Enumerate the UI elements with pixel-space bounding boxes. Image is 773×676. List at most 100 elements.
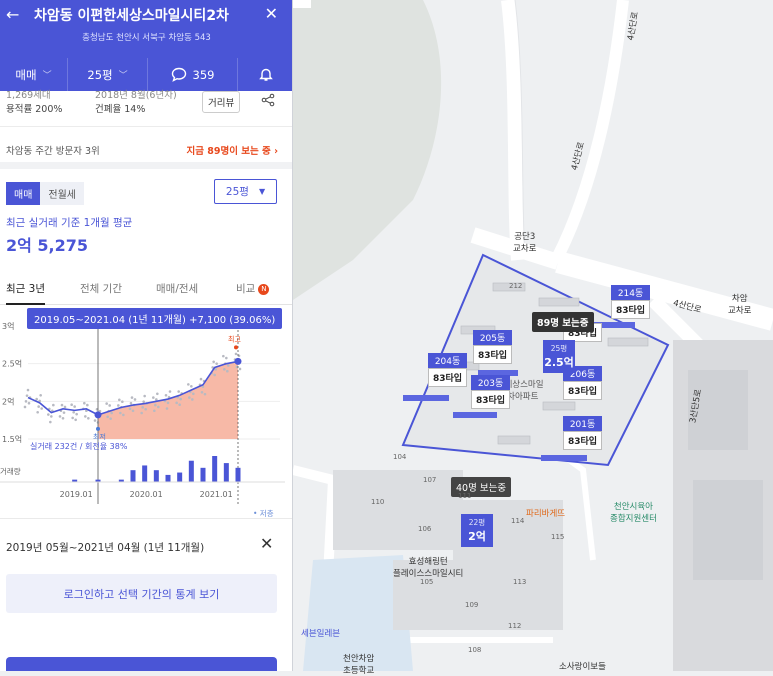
- trade-dot: [192, 392, 195, 396]
- max-marker: [234, 345, 238, 350]
- trade-dot: [200, 390, 204, 394]
- trade-dot: [131, 409, 135, 413]
- dong-marker-205[interactable]: 205동 83타입: [473, 330, 513, 364]
- building-ratio: 건폐율 14%: [95, 104, 146, 115]
- visitor-banner[interactable]: 차암동 주간 방문자 3위 지금 89명이 보는 중 ›: [0, 127, 292, 169]
- trade-dot: [238, 367, 242, 371]
- trade-dot: [225, 356, 228, 360]
- households: 1,269세대: [6, 90, 51, 101]
- trade-dot: [73, 405, 76, 408]
- dong-name: 205동: [473, 330, 513, 345]
- trade-dot: [226, 369, 229, 373]
- dong-marker-203[interactable]: 203동 83타입: [471, 375, 511, 409]
- min-marker: [96, 426, 100, 431]
- toggle-rent[interactable]: 전월세: [40, 182, 85, 205]
- map-label-shop: 소사랑이보들: [559, 662, 606, 672]
- close-icon[interactable]: ✕: [265, 4, 278, 23]
- trade-dot: [121, 400, 124, 404]
- trade-dot: [213, 373, 216, 377]
- volume-bar: [177, 472, 183, 482]
- comment-icon: [171, 67, 186, 82]
- trade-dot: [60, 403, 64, 407]
- trade-dot: [130, 396, 134, 399]
- tab-recent-3y[interactable]: 최근 3년: [6, 269, 45, 305]
- header: ← 차암동 이편한세상스마일시티2차 ✕ 충청남도 천안시 서북구 차암동 54…: [0, 0, 292, 91]
- trade-dot: [49, 420, 52, 424]
- tab-compare-label: 비교: [236, 283, 256, 295]
- trade-dot: [187, 383, 190, 386]
- trade-dot: [71, 416, 74, 420]
- live-viewers[interactable]: 지금 89명이 보는 중 ›: [186, 143, 278, 157]
- back-icon[interactable]: ←: [6, 5, 19, 24]
- approval-date: 2018년 8월(6년차): [95, 90, 177, 101]
- trade-dot: [93, 419, 97, 422]
- tab-sale-rent[interactable]: 매매/전세: [156, 269, 198, 296]
- dong-type: 83타입: [471, 390, 511, 409]
- dong-name: 201동: [563, 416, 603, 431]
- map-view[interactable]: 공단3 교차로 차암 교차로 4산단로 4산단로 4산단로 3산단5로 이편한세상스…: [291, 0, 773, 676]
- pin-price: 2억: [468, 530, 486, 543]
- dong-marker-214[interactable]: 214동 83타입: [611, 285, 651, 319]
- trade-dot: [109, 417, 112, 420]
- trade-dot: [188, 396, 191, 399]
- dong-type: 83타입: [428, 368, 468, 387]
- block-label: 107: [423, 476, 437, 484]
- trade-dot: [47, 413, 50, 416]
- trade-dot: [35, 397, 38, 401]
- block-label: 113: [513, 578, 527, 586]
- price-pin-22[interactable]: 22평 2억: [461, 514, 493, 547]
- login-stats-button[interactable]: 로그인하고 선택 기간의 통계 보기: [6, 574, 277, 613]
- share-icon[interactable]: [261, 93, 275, 110]
- volume-bar: [153, 470, 159, 482]
- notification-button[interactable]: [238, 58, 292, 91]
- chevron-down-icon: ﹀: [42, 71, 52, 81]
- trade-dot: [75, 412, 78, 416]
- map-canvas[interactable]: [291, 0, 773, 672]
- trade-dot: [199, 377, 203, 381]
- price-summary: 매매 전월세 25평 ▼ 최근 실거래 기준 1개월 평균 2억 5,275: [0, 169, 292, 269]
- trade-dot: [166, 401, 170, 405]
- close-icon[interactable]: ✕: [260, 534, 273, 553]
- avg-price-value: 2억 5,275: [6, 236, 89, 255]
- trade-dot: [164, 394, 168, 397]
- visitor-rank: 차암동 주간 방문자 3위: [6, 146, 100, 157]
- tab-compare[interactable]: 비교 N: [236, 269, 270, 296]
- trade-dot: [227, 364, 230, 367]
- trade-type-toggle: 매매 전월세: [6, 182, 85, 205]
- volume-bar: [200, 467, 206, 482]
- building-info: 1,269세대 용적률 200% 2018년 8월(6년차) 건폐율 14% 거…: [0, 90, 292, 127]
- tab-all-period[interactable]: 전체 기간: [80, 269, 122, 296]
- caret-down-icon: ▼: [258, 187, 266, 196]
- toggle-sale[interactable]: 매매: [6, 182, 41, 205]
- trade-dot: [141, 406, 144, 409]
- bottom-action-button[interactable]: [6, 657, 277, 671]
- trade-summary: 실거래 232건 / 회전율 38%: [30, 441, 128, 451]
- map-label-childcare: 천안시육아 종합지원센터: [610, 502, 657, 524]
- dong-name: 204동: [428, 353, 468, 368]
- block-label: 110: [371, 498, 385, 506]
- trade-dot: [177, 390, 180, 393]
- dong-name: 203동: [471, 375, 511, 390]
- trade-dot: [63, 405, 67, 409]
- price-pin-main[interactable]: 25평 2.5억: [543, 340, 575, 373]
- price-chart-svg[interactable]: 3억 2.5억 2억 1.5억 최저 최고실거래 232건 / 회전율 38% 거래량 201…: [0, 304, 293, 519]
- chevron-down-icon: ﹀: [118, 71, 128, 81]
- volume-bar: [130, 470, 136, 482]
- trade-dot: [234, 352, 238, 356]
- price-chart[interactable]: 3억 2.5억 2억 1.5억 최저 최고 실거래 232건 / 회전율 38% 거래량 201…: [0, 304, 293, 519]
- pyeong-select[interactable]: 25평 ▼: [214, 179, 277, 204]
- dong-marker-204[interactable]: 204동 83타입: [428, 353, 468, 387]
- trade-dot: [74, 418, 77, 422]
- trade-dot: [23, 405, 27, 409]
- trade-dot: [143, 394, 146, 398]
- trade-dot: [50, 415, 53, 418]
- dong-marker-201[interactable]: 201동 83타입: [563, 416, 603, 450]
- trade-dot: [152, 396, 155, 399]
- trade-dot: [190, 384, 193, 388]
- max-label: 최고: [228, 334, 241, 343]
- dong-type: 83타입: [473, 345, 513, 364]
- distance-view-button[interactable]: 거리뷰: [202, 91, 241, 113]
- trade-dot: [144, 407, 147, 411]
- pin-price: 2.5억: [544, 356, 574, 369]
- trade-dot: [212, 360, 215, 364]
